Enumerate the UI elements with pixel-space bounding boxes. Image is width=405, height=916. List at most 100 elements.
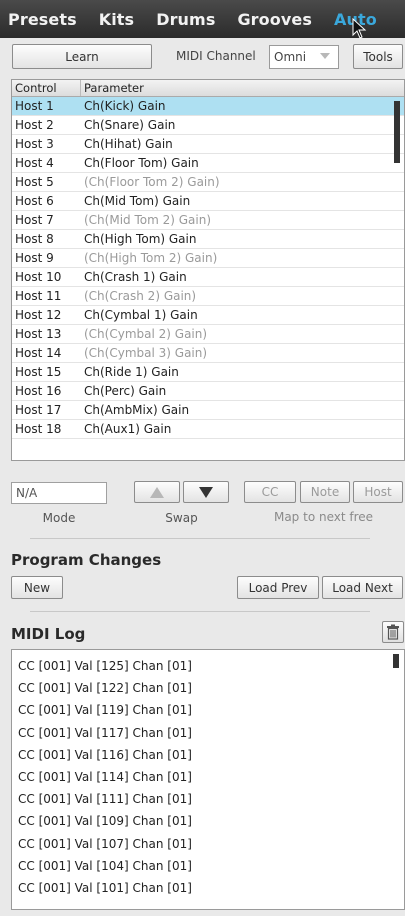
parameter-cell: (Ch(Cymbal 3) Gain): [84, 346, 208, 360]
parameter-cell: Ch(Kick) Gain: [84, 99, 166, 113]
mode-value: N/A: [16, 486, 38, 500]
tab-presets[interactable]: Presets: [8, 10, 77, 29]
parameter-cell: Ch(Ride 1) Gain: [84, 365, 179, 379]
load-prev-button[interactable]: Load Prev: [237, 576, 319, 599]
midi-channel-value: Omni: [274, 50, 307, 64]
parameter-cell: (Ch(Cymbal 2) Gain): [84, 327, 208, 341]
log-line: CC [001] Val [119] Chan [01]: [18, 703, 192, 718]
log-scrollbar[interactable]: [393, 654, 399, 668]
tab-grooves[interactable]: Grooves: [237, 10, 312, 29]
midi-log-list: CC [001] Val [125] Chan [01] CC [001] Val…: [11, 649, 405, 910]
load-next-button[interactable]: Load Next: [322, 576, 403, 599]
arrow-up-icon: [150, 486, 164, 498]
table-row[interactable]: Host 5 (Ch(Floor Tom 2) Gain): [12, 173, 404, 192]
log-line: CC [001] Val [114] Chan [01]: [18, 770, 192, 785]
control-cell: Host 5: [15, 175, 54, 189]
parameter-cell: Ch(Floor Tom) Gain: [84, 156, 199, 170]
log-line: CC [001] Val [109] Chan [01]: [18, 814, 192, 829]
swap-down-button[interactable]: [183, 481, 229, 503]
control-cell: Host 7: [15, 213, 54, 227]
log-line: CC [001] Val [101] Chan [01]: [18, 881, 192, 896]
program-changes-title: Program Changes: [11, 551, 162, 569]
control-cell: Host 16: [15, 384, 62, 398]
table-row[interactable]: Host 3 Ch(Hihat) Gain: [12, 135, 404, 154]
log-line: CC [001] Val [104] Chan [01]: [18, 858, 192, 873]
log-line: CC [001] Val [125] Chan [01]: [18, 659, 192, 673]
clear-log-button[interactable]: [382, 621, 404, 643]
map-cc-button[interactable]: CC: [244, 481, 296, 503]
parameter-cell: Ch(Crash 1) Gain: [84, 270, 187, 284]
mode-field[interactable]: N/A: [11, 482, 107, 504]
control-cell: Host 1: [15, 99, 54, 113]
table-row[interactable]: Host 1 Ch(Kick) Gain: [12, 97, 404, 116]
table-row[interactable]: Host 10 Ch(Crash 1) Gain: [12, 268, 404, 287]
control-cell: Host 10: [15, 270, 62, 284]
log-line: CC [001] Val [107] Chan [01]: [18, 836, 192, 851]
table-row[interactable]: Host 18 Ch(Aux1) Gain: [12, 420, 404, 439]
control-cell: Host 9: [15, 251, 54, 265]
control-cell: Host 2: [15, 118, 54, 132]
control-cell: Host 12: [15, 308, 62, 322]
parameter-cell: Ch(Hihat) Gain: [84, 137, 173, 151]
table-row[interactable]: Host 2 Ch(Snare) Gain: [12, 116, 404, 135]
control-cell: Host 11: [15, 289, 62, 303]
parameter-cell: Ch(Cymbal 1) Gain: [84, 308, 198, 322]
control-cell: Host 4: [15, 156, 54, 170]
automation-table: Control Parameter Host 1 Ch(Kick) Gain Hos…: [11, 79, 405, 461]
table-row[interactable]: Host 6 Ch(Mid Tom) Gain: [12, 192, 404, 211]
control-cell: Host 14: [15, 346, 62, 360]
table-body: Host 1 Ch(Kick) Gain Host 2 Ch(Snare) Gain H…: [12, 97, 404, 439]
learn-button[interactable]: Learn: [12, 44, 152, 69]
map-note-button[interactable]: Note: [300, 481, 350, 503]
table-scrollbar[interactable]: [394, 101, 400, 163]
swap-up-button[interactable]: [134, 481, 180, 503]
table-row[interactable]: Host 11 (Ch(Crash 2) Gain): [12, 287, 404, 306]
parameter-cell: (Ch(High Tom 2) Gain): [84, 251, 218, 265]
parameter-cell: (Ch(Mid Tom 2) Gain): [84, 213, 212, 227]
map-to-next-free-label: Map to next free: [273, 510, 374, 524]
table-row[interactable]: Host 14 (Ch(Cymbal 3) Gain): [12, 344, 404, 363]
parameter-cell: (Ch(Crash 2) Gain): [84, 289, 197, 303]
log-line: CC [001] Val [117] Chan [01]: [18, 725, 192, 740]
control-cell: Host 15: [15, 365, 62, 379]
map-host-button[interactable]: Host: [353, 481, 403, 503]
control-cell: Host 17: [15, 403, 62, 417]
tab-kits[interactable]: Kits: [99, 10, 134, 29]
table-header: Control Parameter: [12, 80, 404, 97]
table-row[interactable]: Host 4 Ch(Floor Tom) Gain: [12, 154, 404, 173]
midi-channel-select[interactable]: Omni: [269, 45, 339, 69]
parameter-cell: Ch(Snare) Gain: [84, 118, 176, 132]
table-row[interactable]: Host 16 Ch(Perc) Gain: [12, 382, 404, 401]
program-new-button[interactable]: New: [11, 576, 63, 599]
table-row[interactable]: Host 17 Ch(AmbMix) Gain: [12, 401, 404, 420]
table-row[interactable]: Host 9 (Ch(High Tom 2) Gain): [12, 249, 404, 268]
control-cell: Host 3: [15, 137, 54, 151]
table-row[interactable]: Host 8 Ch(High Tom) Gain: [12, 230, 404, 249]
parameter-cell: Ch(High Tom) Gain: [84, 232, 197, 246]
control-cell: Host 18: [15, 422, 62, 436]
midi-log-title: MIDI Log: [11, 625, 86, 643]
top-tab-bar: Presets Kits Drums Grooves Auto: [0, 0, 405, 38]
log-line: CC [001] Val [122] Chan [01]: [18, 681, 192, 696]
chevron-down-icon: [320, 53, 330, 59]
table-row[interactable]: Host 7 (Ch(Mid Tom 2) Gain): [12, 211, 404, 230]
mouse-pointer-icon: [352, 18, 367, 39]
control-cell: Host 8: [15, 232, 54, 246]
parameter-cell: Ch(Perc) Gain: [84, 384, 167, 398]
divider: [30, 538, 370, 539]
control-cell: Host 13: [15, 327, 62, 341]
mode-label: Mode: [42, 511, 76, 525]
swap-label: Swap: [165, 511, 198, 525]
table-row[interactable]: Host 15 Ch(Ride 1) Gain: [12, 363, 404, 382]
table-row[interactable]: Host 13 (Ch(Cymbal 2) Gain): [12, 325, 404, 344]
column-header-control[interactable]: Control: [12, 80, 81, 96]
log-line: CC [001] Val [111] Chan [01]: [18, 792, 192, 807]
parameter-cell: (Ch(Floor Tom 2) Gain): [84, 175, 220, 189]
column-header-parameter[interactable]: Parameter: [81, 80, 144, 96]
tools-button[interactable]: Tools: [353, 44, 403, 69]
control-cell: Host 6: [15, 194, 54, 208]
tab-drums[interactable]: Drums: [156, 10, 215, 29]
parameter-cell: Ch(Mid Tom) Gain: [84, 194, 191, 208]
table-row[interactable]: Host 12 Ch(Cymbal 1) Gain: [12, 306, 404, 325]
trash-icon: [387, 624, 399, 640]
